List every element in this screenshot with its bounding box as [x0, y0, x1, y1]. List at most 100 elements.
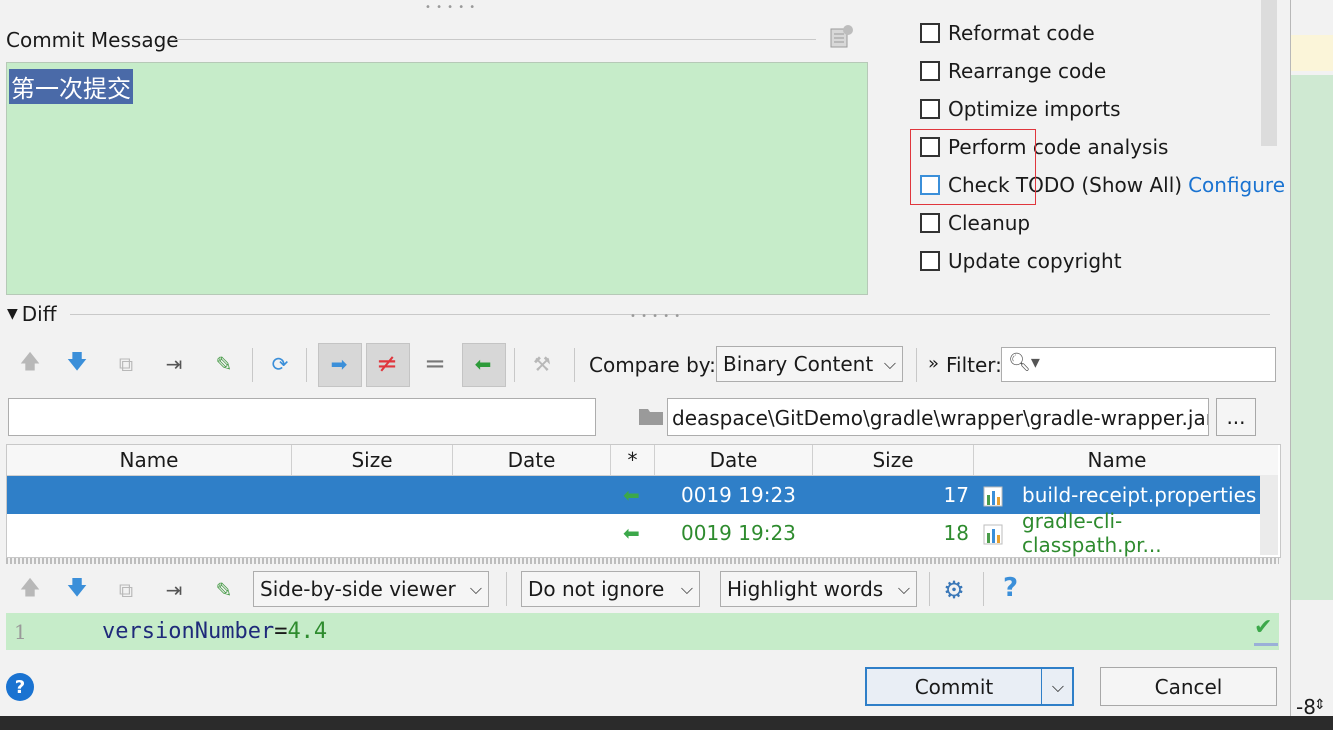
toolbar-separator [929, 572, 930, 606]
arrow-down-icon[interactable]: 🡇 [63, 349, 91, 378]
arrow-right-icon: ➡ [330, 352, 348, 376]
column-header[interactable]: Size [292, 445, 453, 475]
arrow-down-icon[interactable]: 🡇 [63, 575, 91, 604]
commit-message-text: 第一次提交 [9, 69, 133, 104]
split-divider [1041, 669, 1042, 704]
commit-button-label: Commit [914, 674, 994, 699]
search-icon[interactable]: 🔍︎▾ [1008, 352, 1040, 373]
filter-input[interactable]: 🔍︎▾ [1001, 347, 1276, 382]
ignore-select[interactable]: Do not ignore ⌵ [521, 571, 700, 607]
table-row[interactable]: ⬅ 0019 19:23 18 gradle-cli-classpath.pr.… [7, 509, 1260, 557]
arrow-left-icon: ⬅ [623, 483, 640, 507]
highlight-value: Highlight words [727, 577, 884, 601]
edit-source-icon[interactable]: ✎ [210, 350, 238, 378]
gear-icon[interactable]: ⚙ [940, 576, 968, 604]
refresh-icon[interactable]: ⟳ [266, 350, 294, 378]
right-path-field[interactable]: deaspace\GitDemo\gradle\wrapper\gradle-w… [667, 398, 1209, 436]
file-prev-icon[interactable]: ⧉ [112, 350, 140, 378]
diff-label: Diff [21, 302, 57, 326]
double-chevron-right-icon[interactable]: » [928, 353, 939, 374]
not-equal-icon: ≠ [376, 349, 398, 379]
option-label: Cleanup [948, 211, 1031, 235]
diff-editor[interactable]: 1 versionNumber=4.4 ✔ [6, 613, 1279, 650]
browse-button[interactable]: ... [1216, 398, 1256, 436]
column-header[interactable]: Date [655, 445, 813, 475]
row-size: 17 [943, 483, 969, 507]
compare-by-select[interactable]: Binary Content ⌵ [716, 346, 903, 382]
commit-button[interactable]: Commit ⌵ [865, 667, 1074, 706]
column-header[interactable]: * [611, 445, 655, 475]
toolbar-separator [916, 348, 917, 382]
row-size: 18 [943, 521, 969, 545]
resize-handle-middle[interactable]: • • • • • [630, 311, 681, 322]
background-editor-green [1291, 75, 1333, 600]
checkbox[interactable] [920, 213, 940, 233]
commit-message-separator [174, 39, 816, 40]
row-date: 0019 19:23 [681, 521, 796, 545]
row-name: gradle-cli-classpath.pr... [1022, 509, 1162, 557]
option-update-copyright[interactable]: Update copyright [920, 246, 1122, 276]
triangle-down-icon: ▼ [7, 306, 18, 322]
splitter-handle[interactable] [6, 558, 1279, 564]
viewer-value: Side-by-side viewer [260, 577, 456, 601]
option-reformat-code[interactable]: Reformat code [920, 18, 1095, 48]
resize-handle-top[interactable]: • • • • • [425, 2, 476, 13]
code-equals: = [274, 619, 288, 644]
code-value: 4.4 [287, 619, 328, 644]
scroll-marker [1254, 643, 1278, 646]
option-label: Update copyright [948, 249, 1122, 273]
arrow-up-icon[interactable]: 🡅 [16, 349, 44, 378]
arrow-up-icon[interactable]: 🡅 [16, 575, 44, 604]
viewer-select[interactable]: Side-by-side viewer ⌵ [253, 571, 489, 607]
toolbar-separator [252, 348, 253, 382]
column-header[interactable]: Size [813, 445, 974, 475]
chevron-down-icon: ⌵ [680, 579, 693, 598]
commit-message-history-icon[interactable] [829, 24, 855, 50]
column-header[interactable]: Name [7, 445, 292, 475]
left-path-field[interactable] [8, 398, 596, 436]
toolbar-separator [506, 572, 507, 606]
option-rearrange-code[interactable]: Rearrange code [920, 56, 1106, 86]
checkbox[interactable] [920, 23, 940, 43]
commit-message-textarea[interactable]: 第一次提交 [6, 62, 868, 295]
check-icon: ✔ [1254, 615, 1273, 640]
edit-source-icon[interactable]: ✎ [210, 576, 238, 604]
compare-by-label: Compare by: [589, 353, 716, 377]
checkbox[interactable] [920, 99, 940, 119]
equal-icon[interactable]: = [421, 349, 449, 379]
checkbox[interactable] [920, 61, 940, 81]
file-next-icon[interactable]: ⇥ [160, 350, 188, 378]
chevron-down-icon[interactable]: ⌵ [1043, 677, 1073, 697]
arrow-left-icon: ⬅ [474, 352, 492, 376]
column-header[interactable]: Name [974, 445, 1260, 475]
updown-icon[interactable]: ⇕ [1314, 697, 1326, 713]
configure-link[interactable]: Configure [1188, 173, 1285, 197]
code-line: versionNumber=4.4 [102, 619, 327, 644]
file-next-icon[interactable]: ⇥ [160, 576, 188, 604]
line-number: 1 [14, 620, 27, 644]
toolbar-separator [983, 572, 984, 606]
commit-message-label: Commit Message [6, 28, 179, 52]
table-scrollbar[interactable] [1260, 475, 1278, 555]
diff-toggle[interactable]: ▼ Diff [7, 302, 57, 326]
help-circle-icon[interactable]: ? [6, 673, 34, 701]
filter-label: Filter: [946, 353, 1002, 377]
right-path-text: deaspace\GitDemo\gradle\wrapper\gradle-w… [672, 406, 1209, 430]
highlight-select[interactable]: Highlight words ⌵ [720, 571, 917, 607]
options-scrollbar[interactable] [1261, 0, 1277, 146]
chevron-down-icon: ⌵ [883, 354, 896, 373]
checkbox[interactable] [920, 251, 940, 271]
option-cleanup[interactable]: Cleanup [920, 208, 1030, 238]
folder-icon [638, 406, 664, 426]
chevron-down-icon: ⌵ [897, 579, 910, 598]
option-label: Reformat code [948, 21, 1095, 45]
diff-table-header: Name Size Date * Date Size Name [7, 445, 1278, 476]
help-icon[interactable]: ? [1003, 573, 1018, 603]
cancel-button[interactable]: Cancel [1100, 667, 1277, 706]
file-prev-icon[interactable]: ⧉ [112, 576, 140, 604]
column-header[interactable]: Date [453, 445, 611, 475]
option-optimize-imports[interactable]: Optimize imports [920, 94, 1121, 124]
sync-icon[interactable]: ⚒ [528, 350, 556, 378]
commit-dialog: • • • • • Commit Message 第一次提交 Reformat … [0, 0, 1290, 716]
file-chart-icon [983, 514, 1005, 552]
